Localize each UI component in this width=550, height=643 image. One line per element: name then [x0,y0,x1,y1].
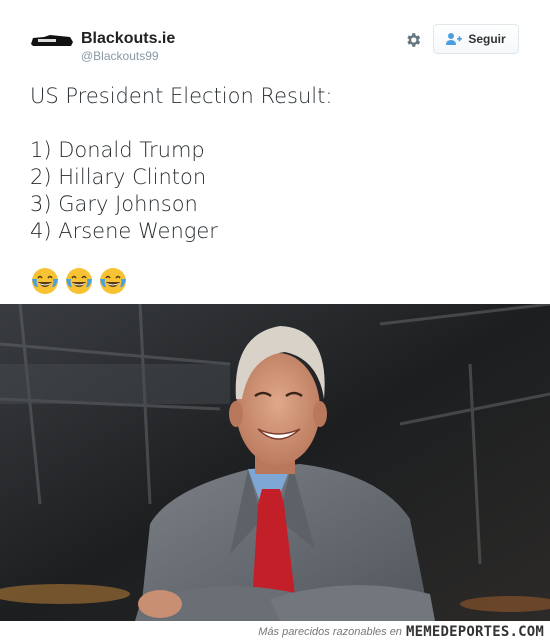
add-user-icon [446,33,463,45]
tweet-line: 4) Arsene Wenger [30,219,218,243]
tweet-line: 2) Hillary Clinton [30,165,207,189]
footer-brand[interactable]: MEMEDEPORTES.COM [406,624,544,640]
author-handle[interactable]: @Blackouts99 [81,48,175,64]
blackouts-logo-icon[interactable] [30,34,74,48]
tweet-text: US President Election Result: 1) Donald … [30,83,510,245]
face-with-tears-of-joy-icon [100,268,126,294]
tweet-line: 3) Gary Johnson [30,192,198,216]
emoji-row [30,266,128,296]
author-names[interactable]: Blackouts.ie @Blackouts99 [81,30,175,64]
photo-illustration [0,304,550,621]
author-display-name[interactable]: Blackouts.ie [81,30,175,48]
watermark-footer: Más parecidos razonables en MEMEDEPORTES… [0,621,550,643]
tweet-header: Blackouts.ie @Blackouts99 Seguir [30,24,530,70]
footer-caption: Más parecidos razonables en [258,626,402,638]
follow-label: Seguir [468,32,506,46]
tweet-line: 1) Donald Trump [30,138,205,162]
gear-icon[interactable] [404,31,422,49]
face-with-tears-of-joy-icon [66,268,92,294]
tweet-photo[interactable] [0,304,550,621]
face-with-tears-of-joy-icon [32,268,58,294]
tweet-line: US President Election Result: [30,84,333,108]
follow-button[interactable]: Seguir [433,24,519,54]
tweet-card: Blackouts.ie @Blackouts99 Seguir US Pres… [0,0,550,304]
